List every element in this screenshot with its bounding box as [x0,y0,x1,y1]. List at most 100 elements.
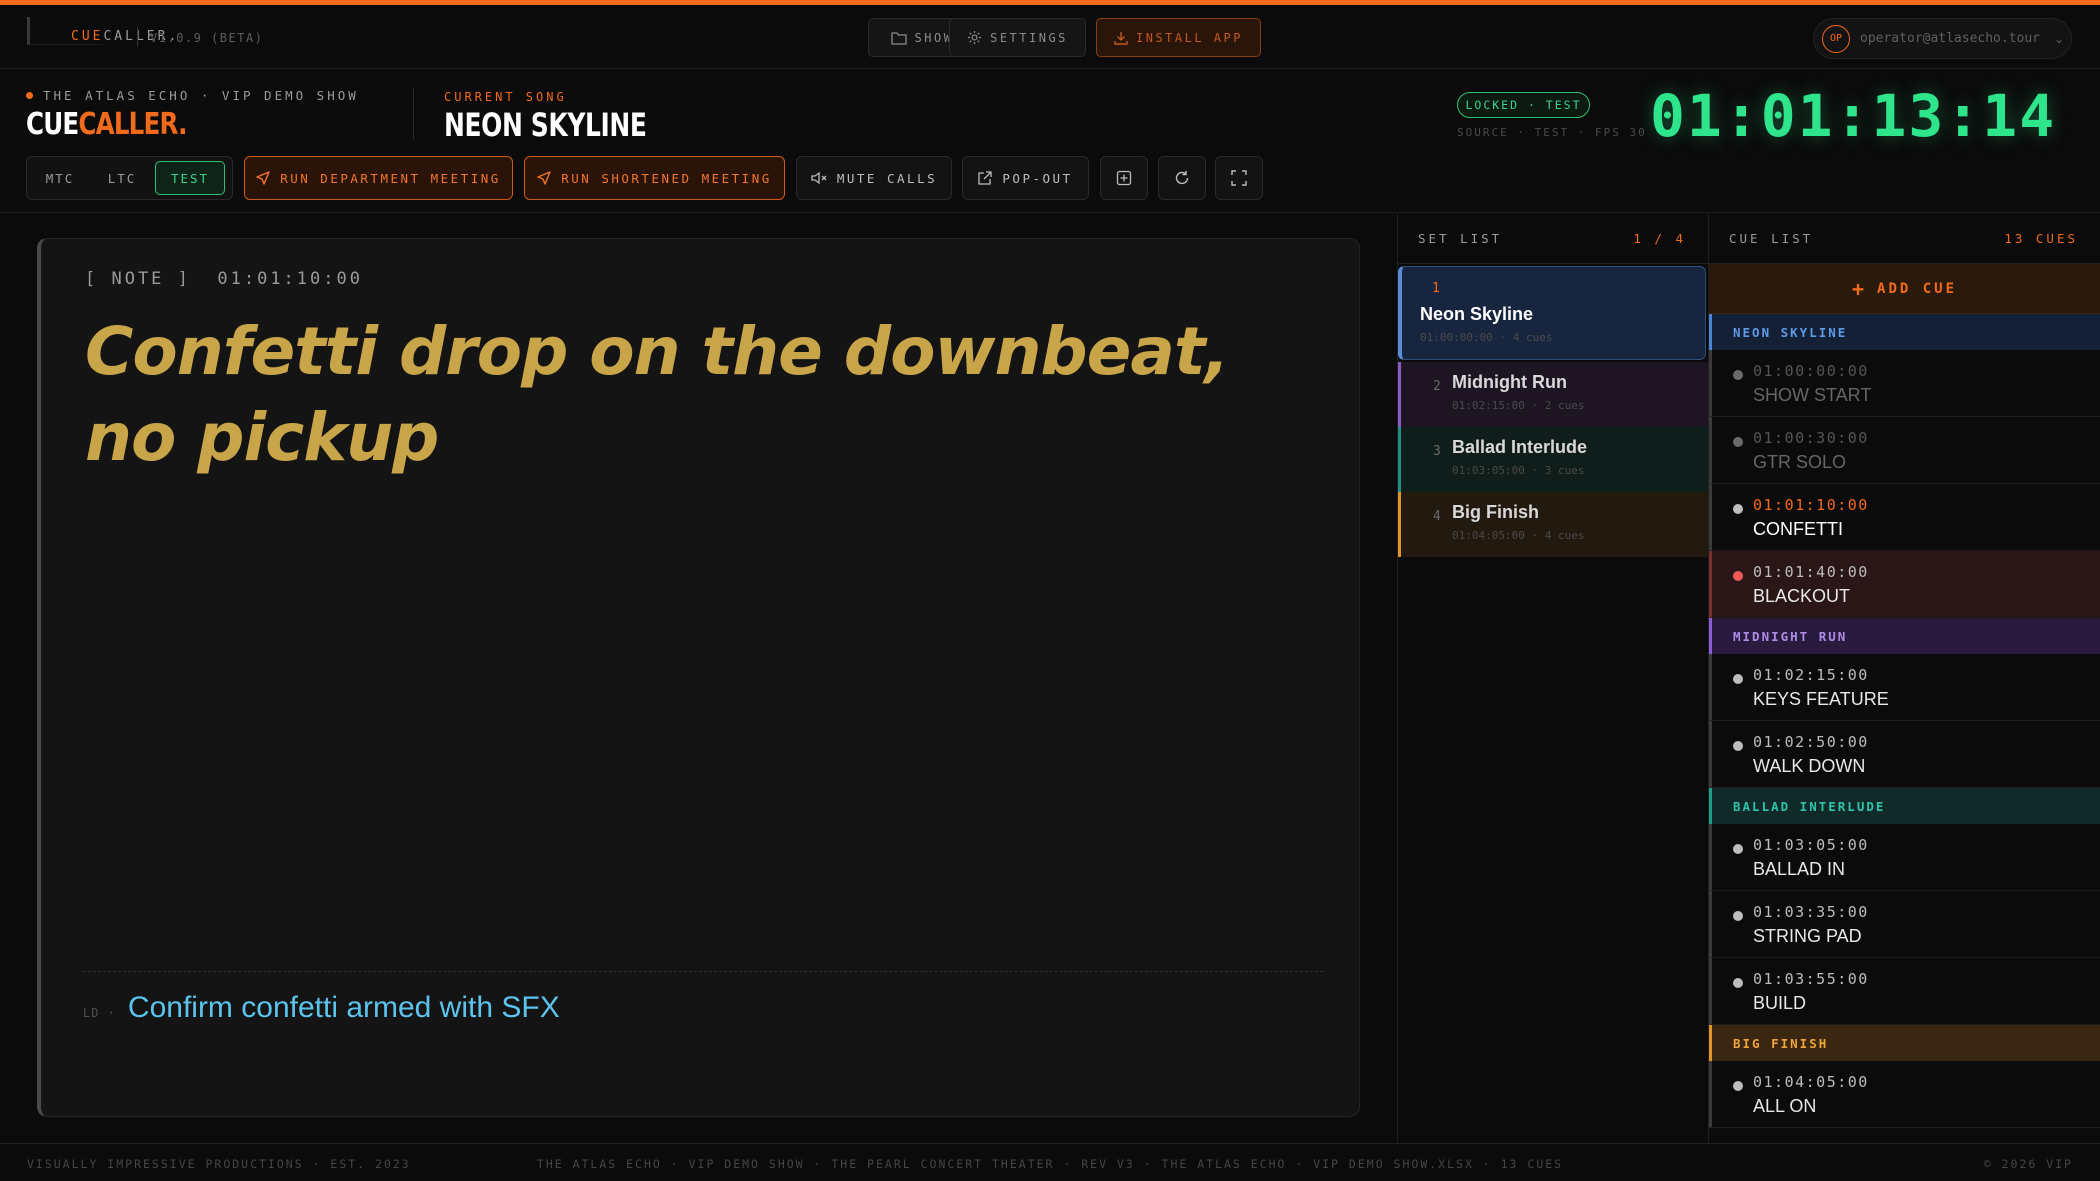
timecode-display: 01:01:13:14 [1650,82,2057,150]
run-department-meeting-label: RUN DEPARTMENT MEETING [280,170,501,186]
run-department-meeting-button[interactable]: RUN DEPARTMENT MEETING [244,156,513,200]
add-note-button[interactable] [1100,156,1148,200]
external-link-icon [978,171,993,185]
cue-status-dot-icon [1733,978,1743,988]
cue-item[interactable]: 01:03:35:00 STRING PAD [1709,891,2100,958]
cue-section-header: BALLAD INTERLUDE [1709,788,2100,824]
song-meta: 01:04:05:00 · 4 cues [1452,529,1585,542]
song-meta: 01:00:00:00 · 4 cues [1420,331,1553,344]
cue-timecode: 01:00:00:00 [1753,362,1869,380]
cue-name: BALLAD IN [1753,859,1846,879]
show-header: THE ATLAS ECHO · VIP DEMO SHOW CUECALLER… [0,70,2100,213]
cue-timecode: 01:03:35:00 [1753,903,1869,921]
cue-item[interactable]: 01:01:10:00 CONFETTI [1709,484,2100,551]
fullscreen-icon [1231,170,1247,186]
plus-icon: + [1851,276,1868,301]
install-app-label: INSTALL APP [1136,30,1243,45]
cue-list-header: CUE LIST 13 CUES [1709,214,2100,264]
song-title: Ballad Interlude [1452,437,1588,457]
logo-part-a: CUE [26,107,79,142]
brand-prefix: CUE [27,17,104,45]
cue-item[interactable]: 01:00:00:00 SHOW START [1709,350,2100,417]
mode-ltc-button[interactable]: LTC [93,161,151,195]
gear-icon [968,30,982,45]
mode-mtc-button[interactable]: MTC [31,161,89,195]
cue-timecode: 01:00:30:00 [1753,429,1869,447]
note-action-text: Confirm confetti armed with SFX [127,991,560,1024]
cue-item[interactable]: 01:00:30:00 GTR SOLO [1709,417,2100,484]
cue-section-header: BIG FINISH [1709,1025,2100,1061]
set-list-item-ballad-interlude[interactable]: 3 Ballad Interlude 01:03:05:00 · 3 cues [1398,427,1708,492]
set-list-count: 1 / 4 [1633,231,1686,246]
song-number: 2 [1433,379,1441,394]
note-tag: [ NOTE ] [85,269,191,289]
cue-name: BLACKOUT [1753,586,1851,606]
cue-section-header: MIDNIGHT RUN [1709,618,2100,654]
set-list-item-midnight-run[interactable]: 2 Midnight Run 01:02:15:00 · 2 cues [1398,362,1708,427]
cue-list-title: CUE LIST [1729,231,1814,246]
fullscreen-button[interactable] [1215,156,1263,200]
timecode-source-info: SOURCE · TEST · FPS 30 [1457,126,1647,139]
refresh-button[interactable] [1158,156,1206,200]
logo-part-b: CALLER. [78,107,187,142]
cue-item[interactable]: 01:02:50:00 WALK DOWN [1709,721,2100,788]
note-text: Confetti drop on the downbeat, no pickup [85,313,1230,476]
footer-show-info: THE ATLAS ECHO · VIP DEMO SHOW · THE PEA… [536,1157,1564,1171]
cue-timecode: 01:04:05:00 [1753,1073,1869,1091]
cue-status-dot-icon [1733,674,1743,684]
status-dot-icon [26,92,33,99]
cue-timecode: 01:02:50:00 [1753,733,1869,751]
run-shortened-meeting-label: RUN SHORTENED MEETING [561,170,772,186]
cue-status-dot-icon [1733,370,1743,380]
cue-timecode: 01:03:05:00 [1753,836,1869,854]
download-icon [1114,31,1128,45]
note-department: LD · [83,1006,116,1020]
cue-item[interactable]: 01:02:15:00 KEYS FEATURE [1709,654,2100,721]
cue-timecode: 01:01:10:00 [1753,496,1869,514]
set-list-item-big-finish[interactable]: 4 Big Finish 01:04:05:00 · 4 cues [1398,492,1708,557]
speaker-mute-icon [811,171,827,185]
cue-name: WALK DOWN [1753,756,1866,776]
cue-name: BUILD [1753,993,1807,1013]
cue-name: ALL ON [1753,1096,1817,1116]
cue-status-dot-icon [1733,911,1743,921]
divider [83,971,1323,972]
pop-out-button[interactable]: POP-OUT [962,156,1089,200]
set-list-header: SET LIST 1 / 4 [1398,214,1708,264]
add-cue-button[interactable]: + ADD CUE [1709,264,2100,314]
user-menu[interactable]: OP operator@atlasecho.tour ⌄ [1813,18,2072,59]
cue-timecode: 01:01:40:00 [1753,563,1869,581]
cue-name: KEYS FEATURE [1753,689,1889,709]
cue-status-dot-icon [1733,571,1743,581]
note-timecode: 01:01:10:00 [217,269,363,289]
cue-name: SHOW START [1753,385,1872,405]
settings-button[interactable]: SETTINGS [949,18,1086,57]
cue-item[interactable]: 01:04:05:00 ALL ON [1709,1061,2100,1128]
run-shortened-meeting-button[interactable]: RUN SHORTENED MEETING [524,156,785,200]
timecode-mode-selector: MTC LTC TEST [26,156,233,200]
song-title: Big Finish [1452,502,1539,522]
send-icon [537,171,551,185]
install-app-button[interactable]: INSTALL APP [1096,18,1261,57]
show-button-label: SHOW [914,30,954,45]
mute-calls-button[interactable]: MUTE CALLS [796,156,952,200]
add-cue-label: ADD CUE [1877,280,1958,297]
divider [413,88,414,140]
cue-item[interactable]: 01:03:55:00 BUILD [1709,958,2100,1025]
show-name: THE ATLAS ECHO · VIP DEMO SHOW [43,88,359,103]
cue-item[interactable]: 01:01:40:00 BLACKOUT [1709,551,2100,618]
cue-section-header: NEON SKYLINE [1709,314,2100,350]
set-list-item-neon-skyline[interactable]: 1 Neon Skyline 01:00:00:00 · 4 cues [1398,266,1706,360]
song-number: 4 [1433,509,1441,524]
mode-test-button[interactable]: TEST [155,161,225,195]
footer-copyright: © 2026 VIP [1983,1157,2073,1171]
cue-timecode: 01:02:15:00 [1753,666,1869,684]
cue-item[interactable]: 01:03:05:00 BALLAD IN [1709,824,2100,891]
song-number: 3 [1433,444,1441,459]
note-action-line: LD · Confirm confetti armed with SFX [83,991,560,1025]
cue-list-panel: CUE LIST 13 CUES + ADD CUE NEON SKYLINE … [1708,214,2100,1144]
note-header: [ NOTE ] 01:01:10:00 [85,269,363,289]
avatar: OP [1822,24,1850,53]
song-number: 1 [1432,281,1440,296]
chevron-down-icon: ⌄ [2054,31,2065,46]
